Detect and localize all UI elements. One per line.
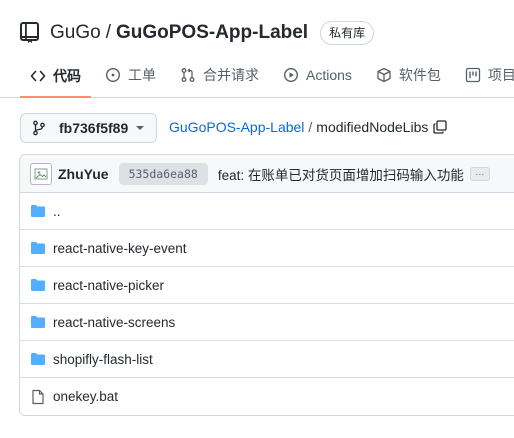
repo-name-link[interactable]: GuGoPOS-App-Label — [116, 22, 308, 44]
folder-icon — [30, 203, 46, 219]
folder-icon — [30, 277, 46, 293]
issue-icon — [105, 67, 121, 83]
private-badge: 私有库 — [320, 21, 375, 45]
file-name-link[interactable]: onekey.bat — [53, 389, 118, 404]
tab-code-label: 代码 — [53, 67, 81, 84]
tab-projects[interactable]: 项目 — [455, 55, 514, 95]
file-rows: .. react-native-key-event react-native-pic… — [20, 193, 514, 415]
git-branch-icon — [31, 120, 47, 136]
play-icon — [283, 67, 299, 83]
tab-pull-requests-label: 合并请求 — [203, 67, 259, 83]
code-icon — [30, 68, 46, 84]
repo-separator: / — [105, 22, 111, 43]
branch-selector-button[interactable]: fb736f5f89 — [20, 113, 157, 143]
tab-pull-requests[interactable]: 合并请求 — [170, 55, 269, 95]
repo-header: GuGo / GuGoPOS-App-Label 私有库 代码 工单 合并请求 — [0, 0, 514, 98]
tab-packages-label: 软件包 — [398, 67, 441, 83]
folder-icon — [30, 240, 46, 256]
pull-request-icon — [180, 67, 196, 83]
repo-tabs: 代码 工单 合并请求 Actions 软件包 项目 — [20, 55, 514, 98]
file-name-link[interactable]: react-native-picker — [53, 278, 164, 293]
commit-more-button[interactable]: ··· — [469, 166, 490, 181]
commit-sha-button[interactable]: 535da6ea88 — [118, 162, 208, 185]
file-name-link[interactable]: .. — [53, 204, 61, 219]
breadcrumb-repo-link[interactable]: GuGoPOS-App-Label — [169, 119, 304, 135]
folder-icon — [30, 351, 46, 367]
tab-issues[interactable]: 工单 — [95, 55, 166, 95]
package-icon — [376, 67, 392, 83]
avatar[interactable] — [30, 162, 52, 185]
file-name-link[interactable]: react-native-key-event — [53, 241, 187, 256]
file-row[interactable]: onekey.bat — [20, 378, 514, 415]
tab-issues-label: 工单 — [128, 67, 156, 83]
repo-owner-link[interactable]: GuGo — [50, 22, 101, 44]
tab-projects-label: 项目 — [487, 67, 514, 83]
copy-icon[interactable] — [433, 120, 448, 134]
tab-actions-label: Actions — [306, 67, 352, 83]
tab-actions[interactable]: Actions — [273, 55, 362, 95]
commit-message-link[interactable]: feat: 在账单已对货页面增加扫码输入功能 — [218, 164, 464, 184]
branch-name: fb736f5f89 — [59, 120, 129, 136]
file-list-box: ZhuYue 535da6ea88 feat: 在账单已对货页面增加扫码输入功能… — [19, 154, 514, 416]
file-row[interactable]: .. — [20, 193, 514, 230]
repo-title: GuGo / GuGoPOS-App-Label 私有库 — [20, 20, 375, 46]
commit-author-link[interactable]: ZhuYue — [58, 166, 109, 182]
file-row[interactable]: react-native-screens — [20, 304, 514, 341]
file-name-link[interactable]: shopifly-flash-list — [53, 352, 153, 367]
file-icon — [30, 389, 46, 405]
file-row[interactable]: react-native-picker — [20, 267, 514, 304]
breadcrumb-current-folder: modifiedNodeLibs — [316, 119, 429, 135]
breadcrumb-separator: / — [308, 119, 313, 135]
file-name-link[interactable]: react-native-screens — [53, 315, 175, 330]
project-icon — [465, 67, 481, 83]
file-row[interactable]: react-native-key-event — [20, 230, 514, 267]
folder-icon — [30, 314, 46, 330]
file-row[interactable]: shopifly-flash-list — [20, 341, 514, 378]
breadcrumb: GuGoPOS-App-Label / modifiedNodeLibs — [169, 119, 448, 135]
repo-icon — [20, 22, 40, 44]
tab-code[interactable]: 代码 — [20, 55, 91, 98]
latest-commit-row: ZhuYue 535da6ea88 feat: 在账单已对货页面增加扫码输入功能… — [20, 155, 514, 193]
chevron-down-icon — [136, 126, 145, 130]
tab-packages[interactable]: 软件包 — [366, 55, 451, 95]
